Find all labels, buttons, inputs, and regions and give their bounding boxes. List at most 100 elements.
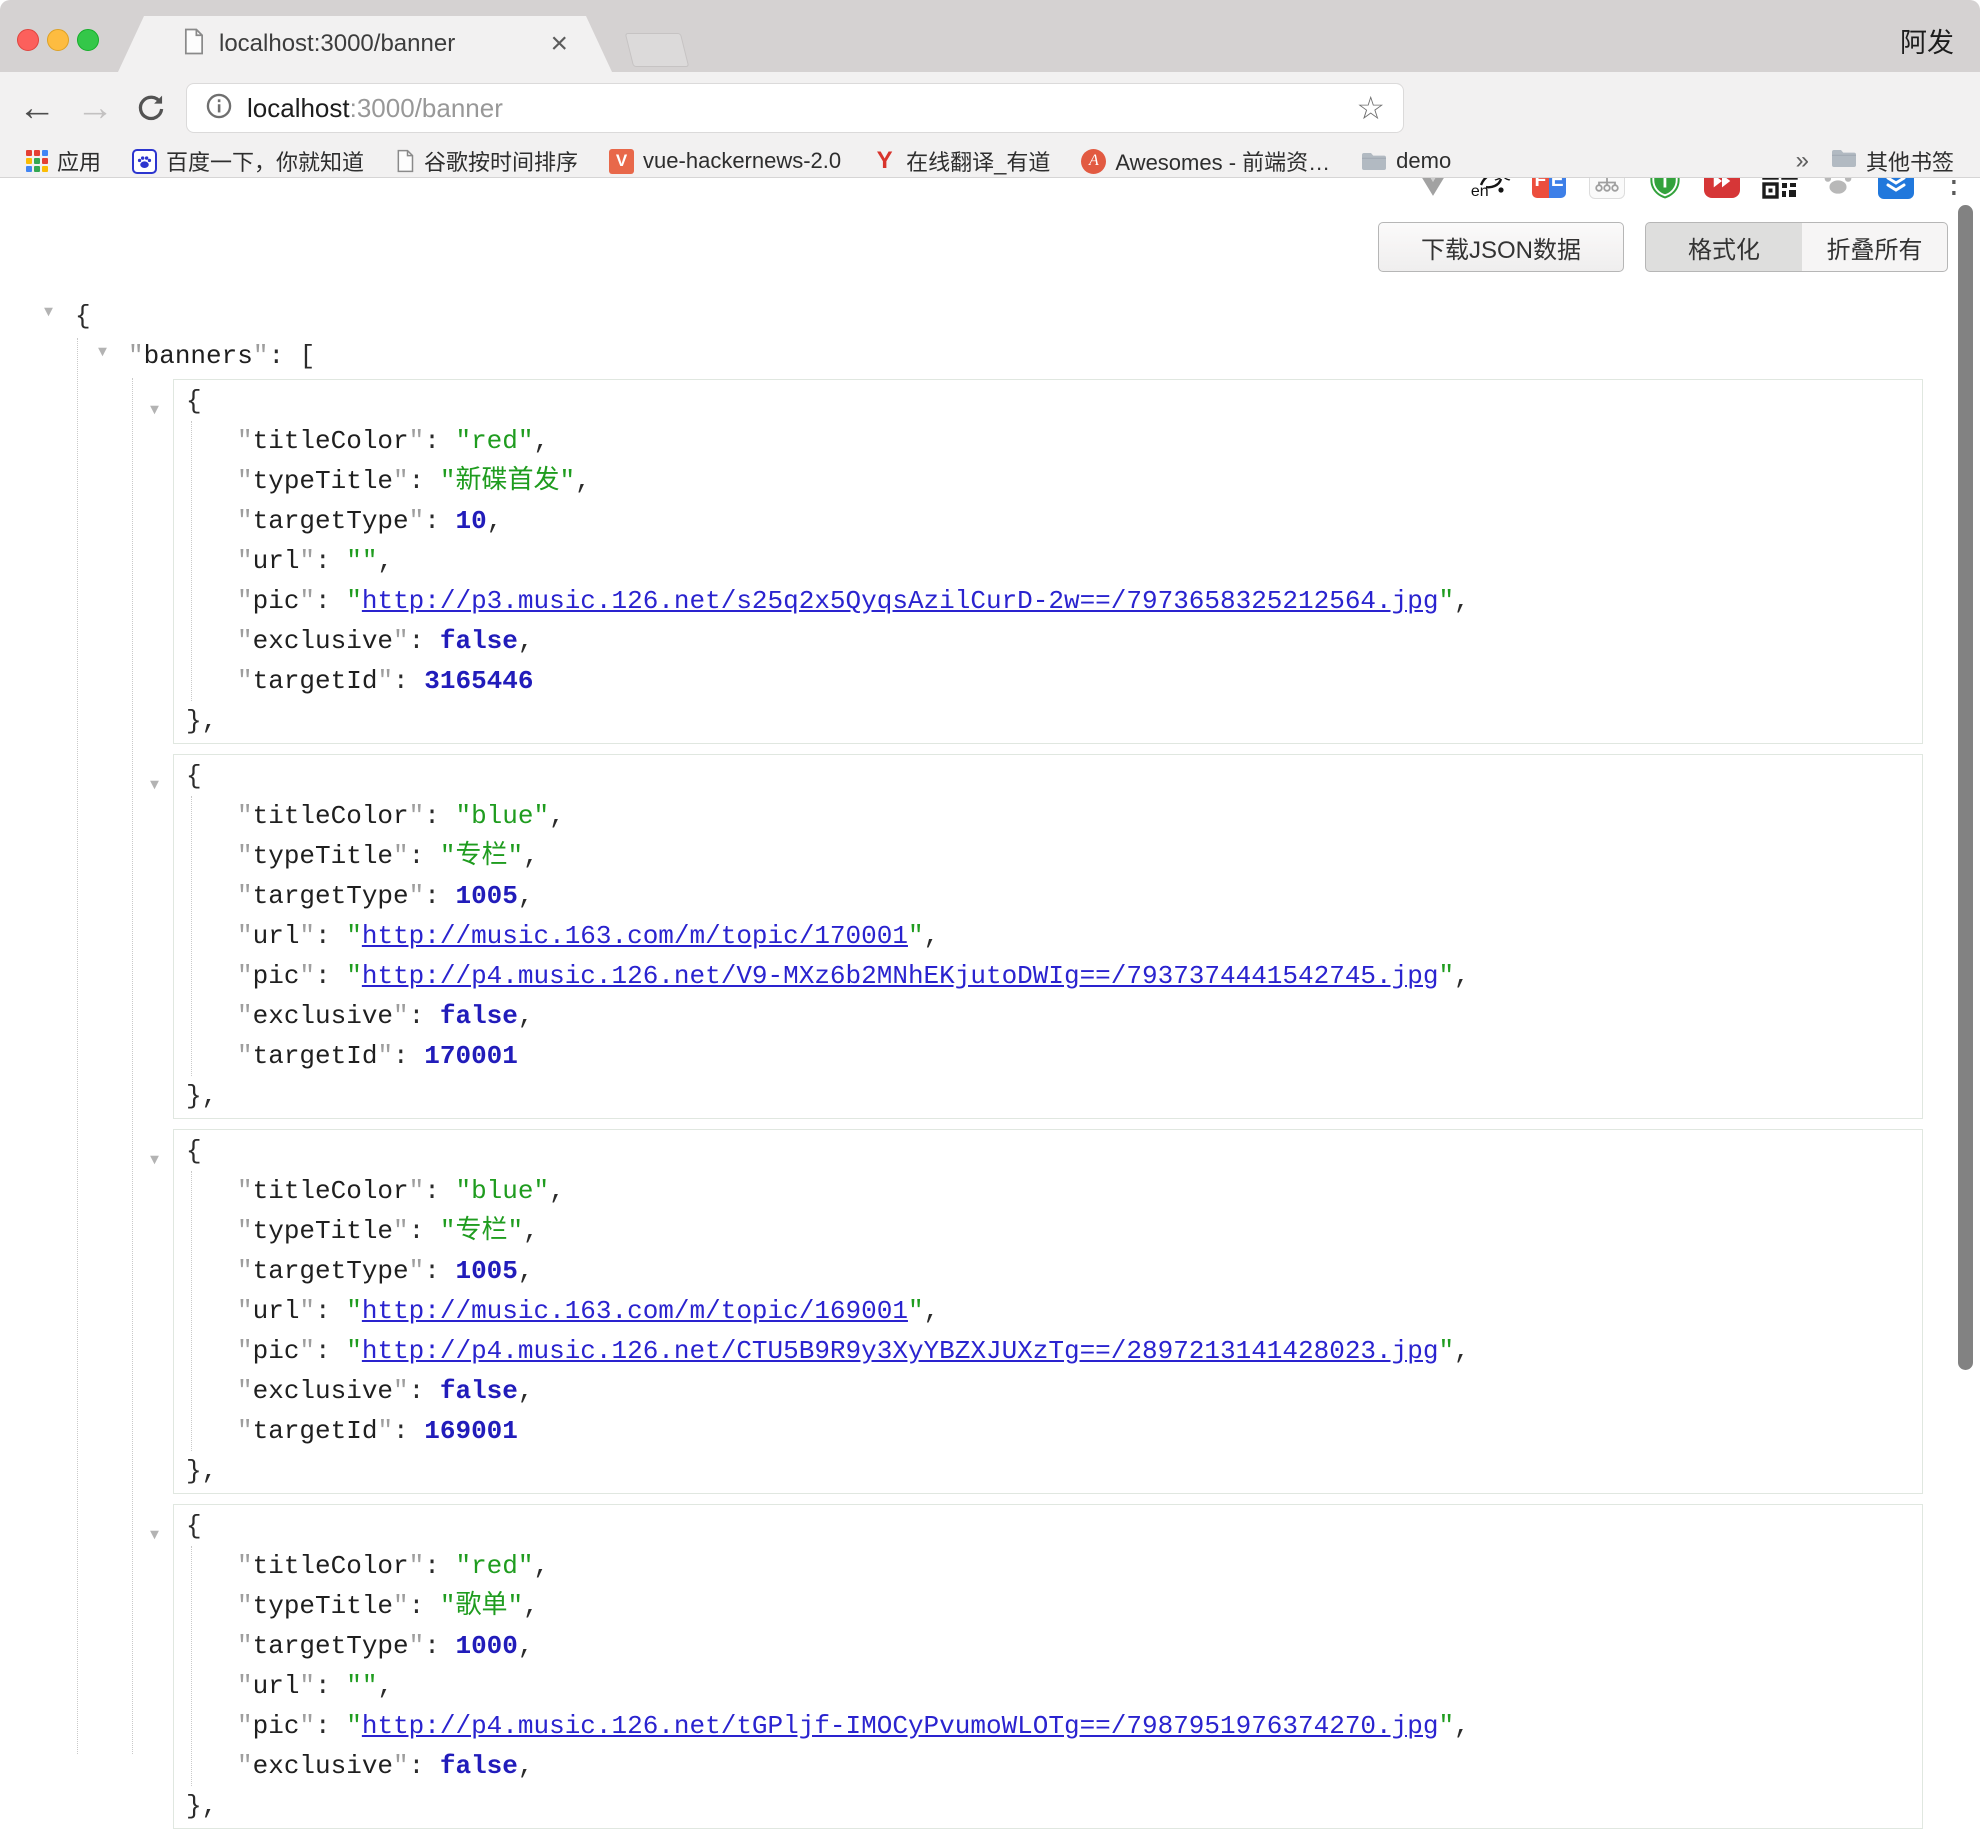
- apps-grid-icon: [26, 150, 48, 172]
- folder-icon: [1831, 148, 1857, 175]
- bookmark-item[interactable]: 百度一下，你就知道: [132, 145, 364, 177]
- vue-v-icon: V: [609, 149, 634, 174]
- tab-close-icon[interactable]: ×: [550, 29, 568, 59]
- bookmark-item[interactable]: demo: [1361, 148, 1451, 174]
- collapse-icon[interactable]: ▼: [98, 333, 120, 373]
- page-favicon-icon: [182, 28, 205, 60]
- close-window-button[interactable]: [17, 29, 39, 51]
- json-kv-line: "titleColor": "red",: [237, 1546, 1922, 1586]
- json-array: ▼{"titleColor": "red","typeTitle": "新碟首发…: [173, 379, 1923, 1829]
- json-url-link[interactable]: http://music.163.com/m/topic/170001: [362, 921, 908, 951]
- bookmark-label: 应用: [57, 145, 101, 177]
- collapse-icon[interactable]: ▼: [44, 293, 66, 333]
- bookmark-item[interactable]: 应用: [26, 145, 101, 177]
- json-kv-line: "pic": "http://p4.music.126.net/CTU5B9R9…: [237, 1331, 1922, 1371]
- bookmark-item[interactable]: Vvue-hackernews-2.0: [609, 148, 841, 174]
- json-kv-line: "titleColor": "blue",: [237, 1171, 1922, 1211]
- json-open-line: ▼{: [174, 1131, 1922, 1171]
- json-kv-line: "url": "http://music.163.com/m/topic/170…: [237, 916, 1922, 956]
- titlebar: localhost:3000/banner × 阿发: [0, 0, 1980, 73]
- other-bookmarks-label: 其他书签: [1866, 145, 1954, 177]
- json-kv-line: "exclusive": false,: [237, 1371, 1922, 1411]
- json-kv-line: "pic": "http://p4.music.126.net/tGPljf-I…: [237, 1706, 1922, 1746]
- banner-object: ▼{"titleColor": "red","typeTitle": "歌单",…: [173, 1504, 1923, 1829]
- back-button[interactable]: ←: [12, 72, 62, 145]
- collapse-icon[interactable]: ▼: [150, 1141, 172, 1181]
- refresh-button[interactable]: [126, 72, 176, 145]
- json-url-link[interactable]: http://p4.music.126.net/V9-MXz6b2MNhEKju…: [362, 961, 1439, 991]
- json-open-line: ▼{: [174, 381, 1922, 421]
- banner-object: ▼{"titleColor": "blue","typeTitle": "专栏"…: [173, 754, 1923, 1119]
- maximize-window-button[interactable]: [77, 29, 99, 51]
- json-url-link[interactable]: http://p4.music.126.net/tGPljf-IMOCyPvum…: [362, 1711, 1439, 1741]
- toolbar: ← → localhost :3000/banner ☆ 英enFET⋮: [0, 72, 1980, 145]
- bookmarks-overflow-chevron[interactable]: »: [1796, 147, 1809, 175]
- bookmarks-right-group: » 其他书签: [1796, 145, 1954, 177]
- baidu-paw-icon: [132, 149, 157, 174]
- browser-window: { "icons": { "close": "×", "star": "☆", …: [0, 0, 1980, 1754]
- json-kv-line: "targetId": 169001: [237, 1411, 1922, 1451]
- bookmark-item[interactable]: Y在线翻译_有道: [872, 145, 1050, 177]
- browser-tab[interactable]: localhost:3000/banner ×: [118, 16, 612, 72]
- indent-guide: [132, 378, 133, 1754]
- scrollbar-thumb[interactable]: [1958, 205, 1973, 1370]
- json-kv-line: "typeTitle": "专栏",: [237, 836, 1922, 876]
- awesomes-icon: A: [1081, 149, 1106, 174]
- address-bar[interactable]: localhost :3000/banner ☆: [186, 83, 1404, 133]
- forward-button[interactable]: →: [70, 72, 120, 145]
- json-root-line: ▼{: [40, 296, 1970, 336]
- json-kv-line: "typeTitle": "新碟首发",: [237, 461, 1922, 501]
- bookmark-star-icon[interactable]: ☆: [1356, 92, 1385, 124]
- bookmark-item[interactable]: A Awesomes - 前端资…: [1081, 145, 1330, 177]
- new-tab-button[interactable]: [625, 33, 689, 67]
- url-path: :3000/banner: [350, 93, 503, 124]
- json-url-link[interactable]: http://p3.music.126.net/s25q2x5QyqsAzilC…: [362, 586, 1439, 616]
- bookmark-label: vue-hackernews-2.0: [643, 148, 841, 174]
- bookmark-label: 谷歌按时间排序: [424, 145, 578, 177]
- indent-guide: [77, 338, 78, 1754]
- json-kv-line: "targetType": 10,: [237, 501, 1922, 541]
- json-kv-line: "pic": "http://p3.music.126.net/s25q2x5Q…: [237, 581, 1922, 621]
- bookmark-item[interactable]: 谷歌按时间排序: [395, 145, 578, 177]
- url-host: localhost: [247, 93, 350, 124]
- json-url-link[interactable]: http://p4.music.126.net/CTU5B9R9y3XyYBZX…: [362, 1336, 1439, 1366]
- collapse-icon[interactable]: ▼: [150, 1516, 172, 1556]
- download-json-button[interactable]: 下载JSON数据: [1378, 222, 1624, 272]
- minimize-window-button[interactable]: [47, 29, 69, 51]
- other-bookmarks-folder[interactable]: 其他书签: [1831, 145, 1954, 177]
- json-kv-line: "url": "",: [237, 541, 1922, 581]
- json-kv-line: "titleColor": "blue",: [237, 796, 1922, 836]
- collapse-icon[interactable]: ▼: [150, 391, 172, 431]
- json-kv-line: "typeTitle": "歌单",: [237, 1586, 1922, 1626]
- banner-object: ▼{"titleColor": "blue","typeTitle": "专栏"…: [173, 1129, 1923, 1494]
- bookmark-label: Awesomes - 前端资…: [1115, 145, 1330, 177]
- json-viewer: ▼{ ▼"banners": [ ▼{"titleColor": "red","…: [40, 296, 1970, 1754]
- json-kv-line: "targetId": 3165446: [237, 661, 1922, 701]
- bookmark-label: demo: [1396, 148, 1451, 174]
- info-icon[interactable]: [205, 92, 233, 125]
- json-kv-line: "targetType": 1005,: [237, 1251, 1922, 1291]
- json-kv-line: "url": "http://music.163.com/m/topic/169…: [237, 1291, 1922, 1331]
- folder-icon: [1361, 151, 1387, 172]
- bookmark-label: 在线翻译_有道: [906, 145, 1050, 177]
- collapse-icon[interactable]: ▼: [150, 766, 172, 806]
- json-kv-line: "targetType": 1000,: [237, 1626, 1922, 1666]
- json-kv-line: "exclusive": false,: [237, 996, 1922, 1036]
- banner-fields: "titleColor": "blue","typeTitle": "专栏","…: [191, 796, 1922, 1076]
- profile-name[interactable]: 阿发: [1900, 21, 1954, 60]
- json-kv-line: "url": "",: [237, 1666, 1922, 1706]
- json-kv-line: "titleColor": "red",: [237, 421, 1922, 461]
- json-close-line: },: [174, 1451, 1922, 1491]
- tab-title: localhost:3000/banner: [219, 30, 455, 58]
- json-open-line: ▼{: [174, 756, 1922, 796]
- json-close-line: },: [174, 1786, 1922, 1826]
- json-url-link[interactable]: http://music.163.com/m/topic/169001: [362, 1296, 908, 1326]
- json-kv-line: "targetId": 170001: [237, 1036, 1922, 1076]
- json-close-line: },: [174, 701, 1922, 741]
- json-kv-line: "pic": "http://p4.music.126.net/V9-MXz6b…: [237, 956, 1922, 996]
- bookmarks-bar: 应用百度一下，你就知道 谷歌按时间排序 Vvue-hackernews-2.0 Y在线…: [0, 145, 1980, 178]
- collapse-all-button[interactable]: 折叠所有: [1802, 222, 1948, 272]
- format-button[interactable]: 格式化: [1645, 222, 1803, 272]
- banner-object: ▼{"titleColor": "red","typeTitle": "新碟首发…: [173, 379, 1923, 744]
- json-kv-line: "targetType": 1005,: [237, 876, 1922, 916]
